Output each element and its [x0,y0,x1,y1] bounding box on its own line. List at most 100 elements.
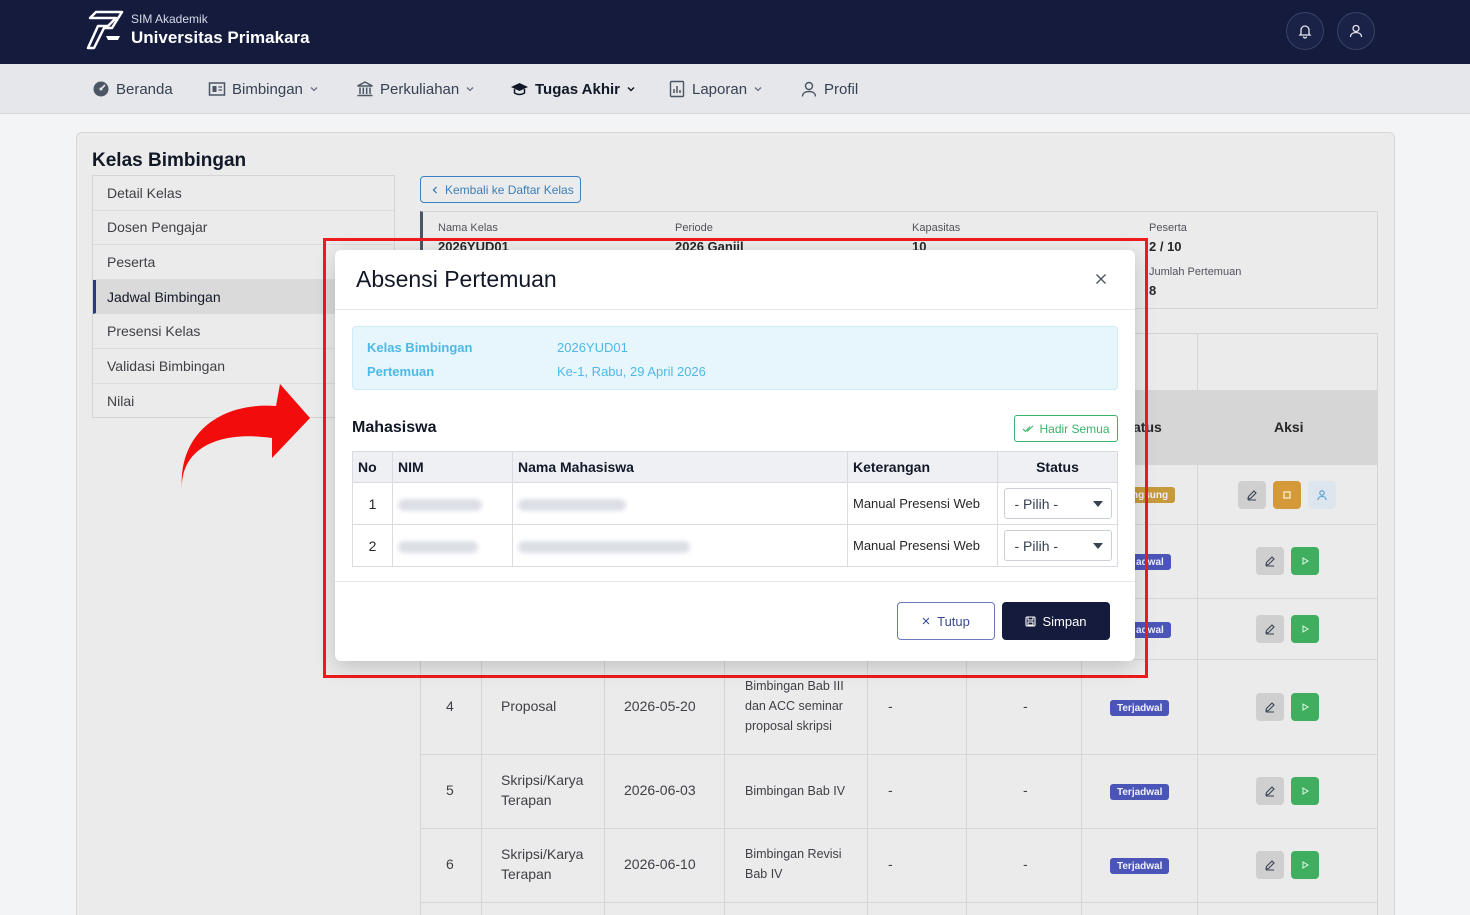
institution-icon [357,81,373,97]
session-info-panel: Kelas Bimbingan 2026YUD01 Pertemuan Ke-1… [352,326,1118,390]
hadir-semua-button[interactable]: Hadir Semua [1014,415,1118,442]
row-keterangan: Manual Presensi Web [847,482,998,525]
simpan-label: Simpan [1042,613,1087,629]
header-aksi: Aksi [1274,419,1304,435]
nav-label: Bimbingan [232,80,303,98]
row-tanggal: 2026-06-10 [624,856,696,872]
user-icon [801,81,817,97]
start-button[interactable] [1291,851,1319,879]
save-icon [1025,615,1037,627]
kelas-value: 2026YUD01 [557,340,628,355]
row-c1: - [888,856,893,872]
row-nim-redacted [392,482,513,525]
pertemuan-label: Pertemuan [367,364,435,379]
simpan-button[interactable]: Simpan [1002,602,1110,640]
nav-label: Beranda [116,80,173,98]
caret-down-icon [1092,542,1103,549]
info-value-jumlah-pertemuan: 8 [1149,283,1157,298]
edit-button[interactable] [1256,693,1284,721]
table-row: 2 Manual Presensi Web - Pilih - [352,524,1118,567]
info-label-peserta: Peserta [1149,222,1187,234]
row-c1: - [888,698,893,714]
status-badge: Terjadwal [1110,700,1170,716]
row-tahap: Proposal [501,698,557,714]
nav-label: Laporan [692,80,748,98]
tutup-button[interactable]: Tutup [897,602,995,640]
row-tahap: Skripsi/Karya Terapan [501,772,584,808]
dashboard-icon [93,81,109,97]
status-badge: Terjadwal [1110,858,1170,874]
status-select[interactable]: - Pilih - [1003,488,1112,519]
start-button[interactable] [1291,547,1319,575]
nav-perkuliahan[interactable]: Perkuliahan [356,64,475,114]
start-button[interactable] [1291,777,1319,805]
nav-tugas-akhir[interactable]: Tugas Akhir [510,64,636,114]
status-select-value: - Pilih - [1014,537,1059,554]
play-icon [1302,703,1309,711]
edit-button[interactable] [1238,481,1266,509]
pertemuan-value: Ke-1, Rabu, 29 April 2026 [557,364,706,379]
row-keterangan: Manual Presensi Web [847,524,998,567]
start-button[interactable] [1291,615,1319,643]
row-nama-redacted [512,524,848,567]
col-nama: Nama Mahasiswa [512,451,848,483]
table-header-row: No NIM Nama Mahasiswa Keterangan Status [352,451,1118,483]
start-button[interactable] [1291,693,1319,721]
back-label: Kembali ke Daftar Kelas [445,182,574,197]
row-nama-redacted [512,482,848,525]
info-label-nama-kelas: Nama Kelas [438,222,498,234]
back-to-class-list-button[interactable]: Kembali ke Daftar Kelas [420,176,581,203]
row-tahap: Skripsi/Karya Terapan [501,846,584,882]
close-icon [1096,274,1106,284]
col-keterangan: Keterangan [847,451,998,483]
side-item-detail-kelas[interactable]: Detail Kelas [93,176,394,211]
status-select[interactable]: - Pilih - [1003,530,1112,561]
col-status: Status [997,451,1118,483]
row-c1: - [888,782,893,798]
row-no: 6 [446,856,454,872]
row-c2: - [1023,782,1028,798]
pencil-icon [1265,702,1275,713]
nav-bimbingan[interactable]: Bimbingan [208,64,319,114]
col-nim: NIM [392,451,513,483]
book-icon [208,82,226,96]
university-logo [86,10,124,50]
profile-button[interactable] [1337,12,1375,50]
modal-header: Absensi Pertemuan [335,250,1135,310]
row-no: 2 [352,524,393,567]
pencil-icon [1265,860,1275,871]
modal-title: Absensi Pertemuan [356,266,557,292]
close-modal-button[interactable] [1092,270,1110,288]
absensi-modal: Absensi Pertemuan Kelas Bimbingan 2026YU… [335,250,1135,661]
edit-button[interactable] [1256,851,1284,879]
chevron-left-icon [432,186,437,193]
nav-label: Profil [824,80,859,98]
check-double-icon [1023,425,1034,432]
edit-button[interactable] [1256,777,1284,805]
info-value-peserta: 2 / 10 [1149,239,1182,254]
info-label-jumlah-pertemuan: Jumlah Pertemuan [1149,266,1242,278]
info-label-kapasitas: Kapasitas [912,222,961,234]
stop-button[interactable] [1273,481,1301,509]
edit-button[interactable] [1256,615,1284,643]
nav-label: Tugas Akhir [535,80,621,98]
kelas-label: Kelas Bimbingan [367,340,473,355]
nav-beranda[interactable]: Beranda [92,64,173,114]
play-icon [1302,557,1309,565]
notification-button[interactable] [1286,12,1324,50]
row-no: 4 [446,698,454,714]
user-icon [1349,24,1363,38]
status-badge: Terjadwal [1110,784,1170,800]
pencil-icon [1265,556,1275,567]
stop-icon [1283,491,1291,499]
row-nim-redacted [392,524,513,567]
nav-profil[interactable]: Profil [800,64,858,114]
main-nav: Beranda Bimbingan Perkuliahan Tugas Akhi… [0,64,1470,114]
edit-button[interactable] [1256,547,1284,575]
nav-laporan[interactable]: Laporan [668,64,763,114]
brand-title: Universitas Primakara [131,28,310,47]
play-icon [1302,625,1309,633]
row-tanggal: 2026-05-20 [624,698,696,714]
attendance-button[interactable] [1308,481,1336,509]
row-status-cell: - Pilih - [997,524,1118,567]
